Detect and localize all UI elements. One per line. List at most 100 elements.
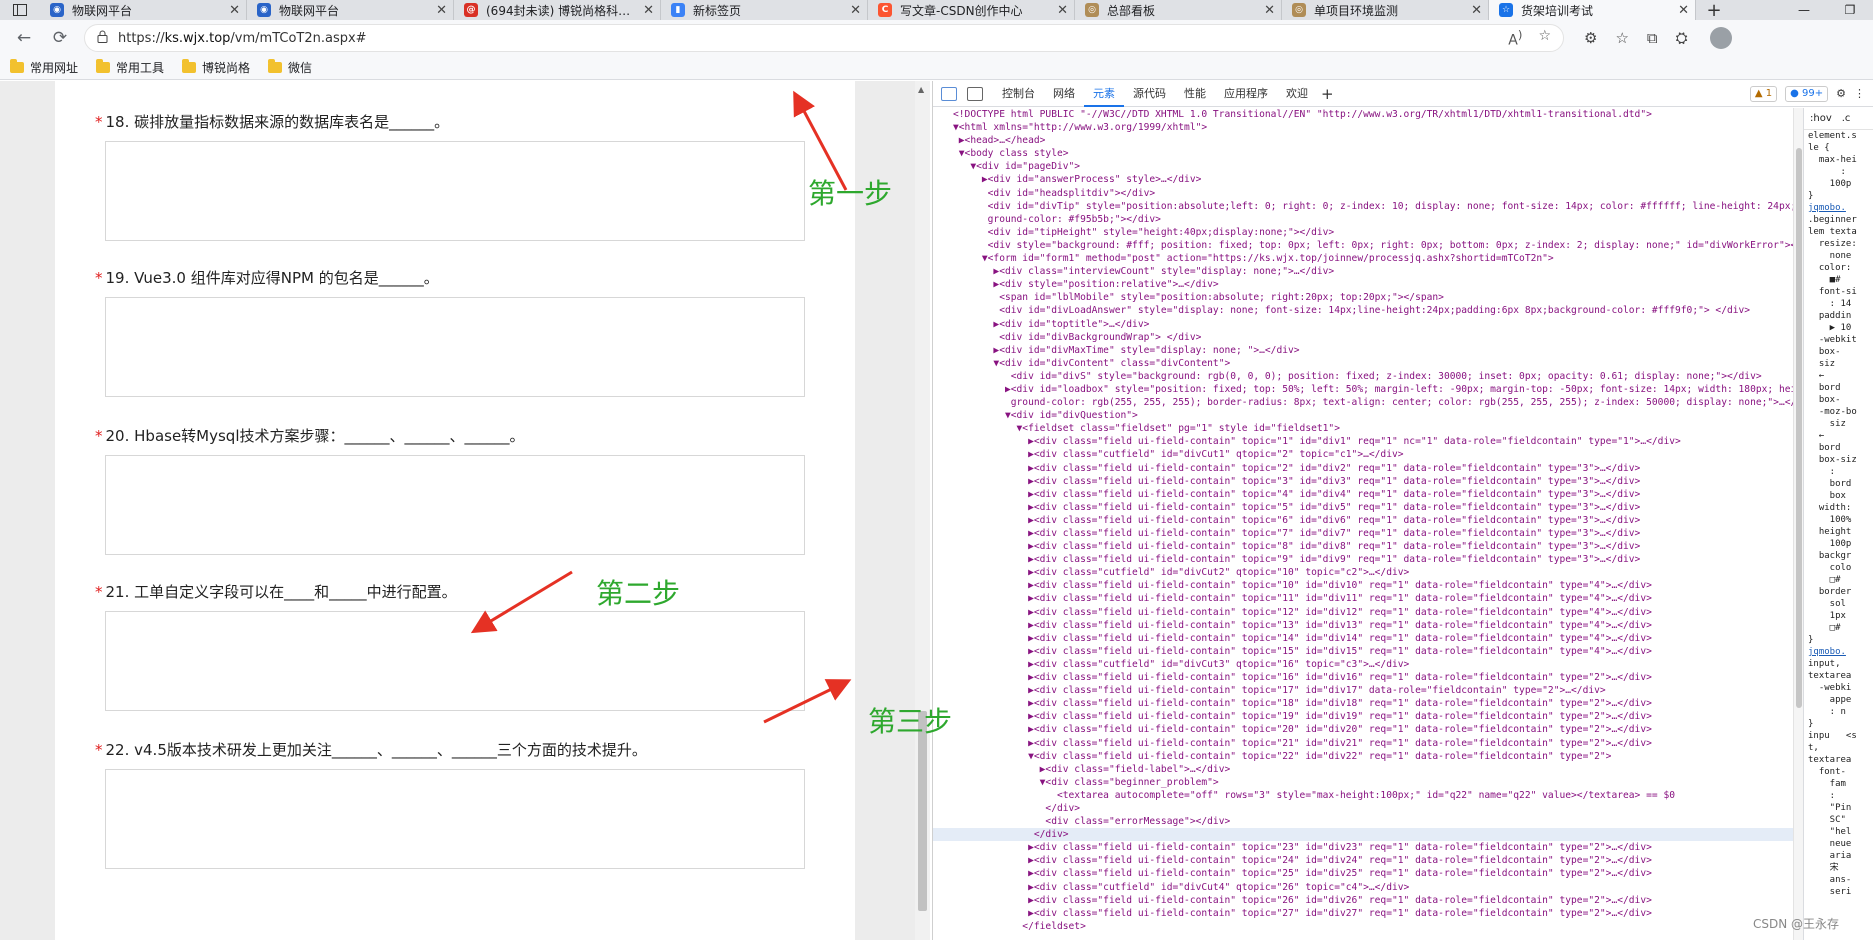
style-rule-line[interactable]: inpu <s [1804, 730, 1873, 742]
dom-node-line[interactable]: ▶<div id="divMaxTime" style="display: no… [933, 344, 1793, 357]
style-rule-line[interactable]: element.s [1804, 130, 1873, 142]
dom-node-line[interactable]: ▼<fieldset class="fieldset" pg="1" style… [933, 422, 1793, 435]
style-rule-line[interactable]: 100p [1804, 538, 1873, 550]
dom-node-line[interactable]: ▶<div class="field ui-field-contain" top… [933, 710, 1793, 723]
dom-node-line[interactable]: <div id="divLoadAnswer" style="display: … [933, 304, 1793, 317]
style-rule-line[interactable]: : [1804, 166, 1873, 178]
dom-node-line[interactable]: ▶<div class="field ui-field-contain" top… [933, 907, 1793, 920]
dom-node-line[interactable]: ▶<div class="field ui-field-contain" top… [933, 619, 1793, 632]
selected-dom-node[interactable]: </div> [933, 828, 1793, 842]
tab-close-icon[interactable]: ✕ [1264, 3, 1275, 18]
devtools-tab-console[interactable]: 控制台 [993, 81, 1044, 107]
tab-close-icon[interactable]: ✕ [1678, 3, 1689, 18]
style-rule-line[interactable]: font-si [1804, 286, 1873, 298]
dom-node-line[interactable]: ▼<body class style> [933, 147, 1793, 160]
devtools-tab-sources[interactable]: 源代码 [1124, 81, 1175, 107]
dom-node-line[interactable]: ▶<div class="field-label">…</div> [933, 763, 1793, 776]
dom-node-line[interactable]: <div class="errorMessage"></div> [933, 815, 1793, 828]
dom-node-line[interactable]: ▶<div class="field ui-field-contain" top… [933, 867, 1793, 880]
bookmark-folder[interactable]: 常用网址 [10, 59, 78, 76]
customize-icon[interactable]: ⋮ [1854, 87, 1865, 100]
dom-node-line[interactable]: ▶<div class="field ui-field-contain" top… [933, 894, 1793, 907]
style-rule-line[interactable]: box- [1804, 346, 1873, 358]
style-rule-line[interactable]: siz [1804, 418, 1873, 430]
style-rule-line[interactable]: font- [1804, 766, 1873, 778]
tab-close-icon[interactable]: ✕ [643, 3, 654, 18]
style-rule-line[interactable]: backgr [1804, 550, 1873, 562]
dom-node-line[interactable]: ▶<head>…</head> [933, 134, 1793, 147]
tab-close-icon[interactable]: ✕ [850, 3, 861, 18]
scroll-up-icon[interactable]: ▲ [918, 85, 924, 94]
style-rule-line[interactable]: 宋 [1804, 862, 1873, 874]
style-rule-line[interactable]: box- [1804, 394, 1873, 406]
style-rule-line[interactable]: 1px [1804, 610, 1873, 622]
dom-node-line[interactable]: <textarea autocomplete="off" rows="3" st… [933, 789, 1793, 802]
reload-icon[interactable]: ⟳ [42, 24, 78, 52]
bookmark-folder[interactable]: 微信 [268, 59, 312, 76]
devtools-tab-application[interactable]: 应用程序 [1215, 81, 1277, 107]
dom-node-line[interactable]: <div style="background: #fff; position: … [933, 239, 1793, 252]
style-rule-line[interactable]: ans- [1804, 874, 1873, 886]
dom-node-line[interactable]: <!DOCTYPE html PUBLIC "-//W3C//DTD XHTML… [933, 108, 1793, 121]
dom-node-line[interactable]: ▶<div class="field ui-field-contain" top… [933, 841, 1793, 854]
cls-toggle[interactable]: .c [1842, 113, 1851, 125]
dom-node-line[interactable]: ▼<div id="divContent" class="divContent"… [933, 357, 1793, 370]
devtools-tab-welcome[interactable]: 欢迎 [1277, 81, 1317, 107]
browser-tab[interactable]: ▮ 新标签页 ✕ [661, 0, 868, 20]
dom-node-line[interactable]: ▶<div class="cutfield" id="divCut4" qtop… [933, 881, 1793, 894]
dom-node-line[interactable]: ▶<div class="field ui-field-contain" top… [933, 462, 1793, 475]
style-rule-line[interactable]: .beginner [1804, 214, 1873, 226]
style-rule-line[interactable]: ← [1804, 370, 1873, 382]
warning-badge[interactable]: ▲ 1 [1749, 85, 1778, 102]
devtools-tab-network[interactable]: 网络 [1044, 81, 1084, 107]
tab-close-icon[interactable]: ✕ [229, 3, 240, 18]
dom-node-line[interactable]: ▶<div class="cutfield" id="divCut3" qtop… [933, 658, 1793, 671]
style-rule-line[interactable]: none [1804, 250, 1873, 262]
dom-node-line[interactable]: <span id="lblMobile" style="position:abs… [933, 291, 1793, 304]
extensions-icon[interactable]: ⚙ [1584, 29, 1597, 47]
inspect-element-icon[interactable] [941, 86, 957, 101]
dom-node-line[interactable]: ▶<div class="field ui-field-contain" top… [933, 854, 1793, 867]
dom-node-line[interactable]: ▶<div id="toptitle">…</div> [933, 318, 1793, 331]
dom-node-line[interactable]: ▶<div class="field ui-field-contain" top… [933, 606, 1793, 619]
tab-close-icon[interactable]: ✕ [1057, 3, 1068, 18]
style-rule-line[interactable]: jqmobo. [1804, 202, 1873, 214]
dom-node-line[interactable]: ▶<div class="field ui-field-contain" top… [933, 514, 1793, 527]
style-rule-line[interactable]: : [1804, 466, 1873, 478]
style-rule-line[interactable]: } [1804, 190, 1873, 202]
url-text[interactable]: https://ks.wjx.top/vm/mTCoT2n.aspx# [118, 31, 367, 46]
dom-tree[interactable]: <!DOCTYPE html PUBLIC "-//W3C//DTD XHTML… [933, 108, 1793, 940]
browser-tab[interactable]: ◎ 总部看板 ✕ [1075, 0, 1282, 20]
style-rule-line[interactable]: : n [1804, 706, 1873, 718]
dom-node-line[interactable]: ▼<div id="divQuestion"> [933, 409, 1793, 422]
dom-node-line[interactable]: ▶<div class="field ui-field-contain" top… [933, 645, 1793, 658]
dom-node-line[interactable]: <div id="tipHeight" style="height:40px;d… [933, 226, 1793, 239]
style-rule-line[interactable]: neue [1804, 838, 1873, 850]
lock-icon[interactable] [97, 30, 108, 47]
tab-close-icon[interactable]: ✕ [436, 3, 447, 18]
hov-toggle[interactable]: :hov [1810, 113, 1832, 125]
style-rule-line[interactable]: siz [1804, 358, 1873, 370]
window-menu-icon[interactable] [0, 0, 40, 20]
style-rule-line[interactable]: ▶ 10 [1804, 322, 1873, 334]
share-icon[interactable]: ⛭ [1676, 29, 1688, 47]
style-rule-line[interactable]: border [1804, 586, 1873, 598]
style-rule-line[interactable]: textarea [1804, 670, 1873, 682]
dom-node-line[interactable]: ▼<div id="pageDiv"> [933, 160, 1793, 173]
style-rule-line[interactable]: aria [1804, 850, 1873, 862]
favorites-icon[interactable]: ☆ [1615, 29, 1628, 47]
page-scrollbar[interactable]: ▲ [915, 81, 930, 940]
dom-node-line[interactable]: ▶<div style="position:relative">…</div> [933, 278, 1793, 291]
style-rule-line[interactable]: input, [1804, 658, 1873, 670]
browser-tab[interactable]: ◉ 物联网平台 ✕ [40, 0, 247, 20]
dom-node-line[interactable]: ▶<div class="field ui-field-contain" top… [933, 540, 1793, 553]
favorite-add-icon[interactable]: ☆ [1538, 28, 1551, 49]
dom-node-line[interactable]: ▶<div class="field ui-field-contain" top… [933, 671, 1793, 684]
style-rule-line[interactable]: sol [1804, 598, 1873, 610]
back-arrow-icon[interactable]: ← [6, 24, 42, 52]
style-rule-line[interactable]: appe [1804, 694, 1873, 706]
add-panel-icon[interactable]: + [1321, 85, 1334, 103]
browser-tab[interactable]: @ (694封未读) 博锐尚格科技股 ✕ [454, 0, 661, 20]
dom-node-line[interactable]: ▶<div class="cutfield" id="divCut1" qtop… [933, 448, 1793, 461]
style-rule-line[interactable]: seri [1804, 886, 1873, 898]
